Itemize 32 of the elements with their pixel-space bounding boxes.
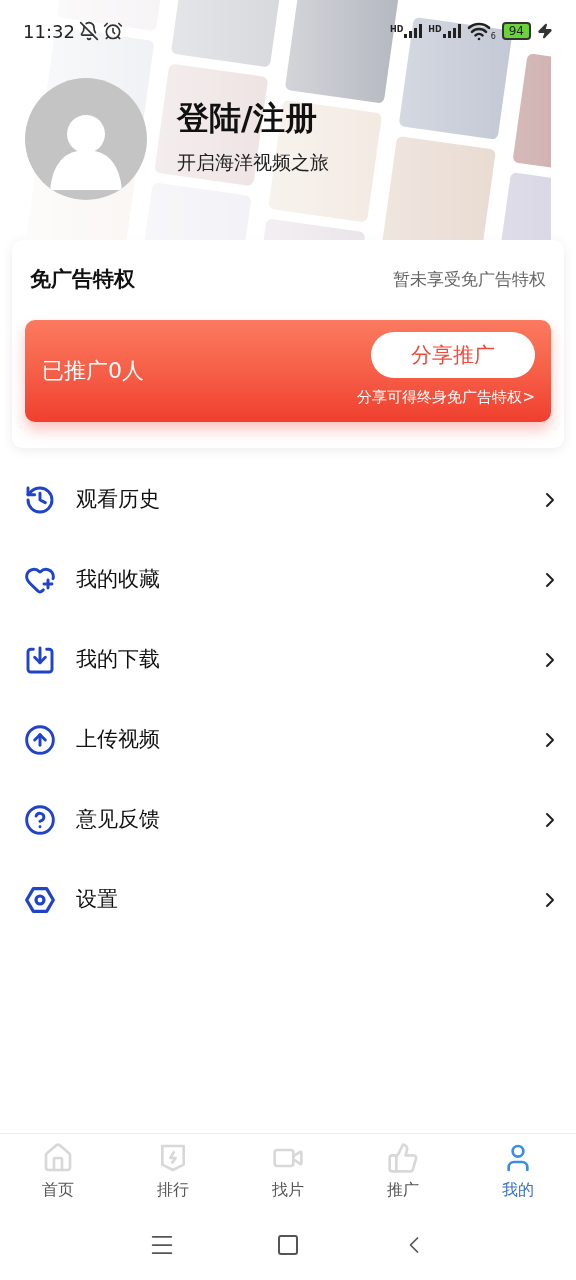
card-title: 免广告特权 [30, 266, 135, 293]
card-status: 暂未享受免广告特权 [393, 268, 546, 291]
tab-item[interactable]: 我的 [460, 1134, 576, 1209]
signal-icon [442, 24, 461, 38]
help-icon [24, 803, 56, 836]
bell-off-icon [78, 21, 99, 41]
tab-item[interactable]: 找片 [230, 1134, 346, 1209]
tab-item[interactable]: 首页 [0, 1134, 116, 1209]
tab-item[interactable]: 排行 [115, 1134, 231, 1209]
menu-item[interactable]: 上传视频 [0, 699, 576, 780]
login-link[interactable]: 登陆/注册 [177, 101, 329, 134]
share-button[interactable]: 分享推广 [371, 332, 535, 379]
menu-item[interactable]: 我的收藏 [0, 539, 576, 620]
home-button-icon[interactable] [276, 1232, 300, 1257]
network-label: HD [389, 24, 404, 36]
status-time: 11:32 [23, 19, 75, 44]
share-hint[interactable]: 分享可得终身免广告特权> [357, 386, 535, 409]
tab-item[interactable]: 推广 [345, 1134, 461, 1209]
battery-indicator: 94 [501, 22, 531, 40]
profile-subtitle: 开启海洋视频之旅 [177, 149, 329, 175]
promoted-count: 已推广0人 [42, 357, 144, 385]
upload-icon [24, 723, 56, 756]
menu-item[interactable]: 设置 [0, 859, 576, 940]
thumbs-up-icon [387, 1141, 420, 1174]
menu-item[interactable]: 意见反馈 [0, 779, 576, 860]
menu-item[interactable]: 观看历史 [0, 459, 576, 540]
wifi-label: 6 [490, 31, 496, 43]
network-label: HD [428, 24, 442, 36]
menu-item[interactable]: 我的下载 [0, 619, 576, 700]
signal-icon [404, 24, 423, 38]
alarm-icon [102, 21, 123, 41]
charging-icon [537, 23, 553, 39]
